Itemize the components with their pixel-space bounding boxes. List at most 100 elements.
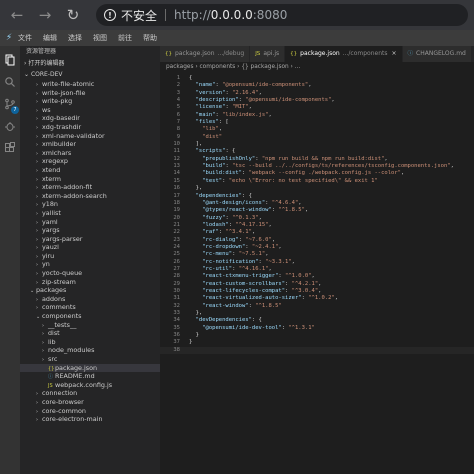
line-number: 31 (173, 295, 180, 302)
tree-item[interactable]: › yaml (20, 218, 160, 227)
menu-help[interactable]: 帮助 (143, 33, 157, 43)
tree-item-label: addons (42, 294, 66, 303)
code-token: "^4.17.15" (235, 221, 269, 228)
explorer-icon[interactable] (4, 54, 16, 66)
code-line: 16 }, (160, 185, 474, 192)
tree-item-label: comments (42, 303, 76, 312)
tree-item[interactable]: › src (20, 355, 160, 364)
address-bar[interactable]: ! 不安全 http://0.0.0.0:8080 (96, 4, 468, 26)
code-token: "^1.8.5" (278, 207, 305, 214)
tree-item[interactable]: ⓘ README.md (20, 372, 160, 381)
editor-tab[interactable]: ⓘ CHANGELOG.md (402, 46, 472, 62)
tree-item[interactable]: › write-json-file (20, 89, 160, 98)
tree-item[interactable]: › yn (20, 260, 160, 269)
tree-item[interactable]: {}package.json (20, 363, 160, 373)
code-line: 32 "react-window": "^1.8.5" (160, 303, 474, 310)
workspace-root-section[interactable]: ⌄ CORE-DEV (20, 69, 160, 80)
code-token: : { (241, 192, 252, 199)
tree-item[interactable]: › ws (20, 106, 160, 115)
editor-tab[interactable]: {} package.json .../debug (160, 46, 251, 62)
security-label[interactable]: 不安全 (121, 7, 157, 24)
code-token: , (268, 221, 272, 228)
code-token: "webpack --config ./webpack.config.js --… (248, 170, 401, 177)
tree-item[interactable]: › xmlchars (20, 149, 160, 158)
warning-icon[interactable]: ! (104, 9, 116, 21)
editor-tab[interactable]: {} package.json .../components × (285, 46, 403, 62)
tree-item[interactable]: › core-browser (20, 398, 160, 407)
tree-item[interactable]: › connection (20, 389, 160, 398)
tree-item[interactable]: › y18n (20, 200, 160, 209)
code-line: 5 "license": "MIT", (160, 104, 474, 111)
tree-item-label: lib (48, 337, 56, 346)
tree-item[interactable]: › xml-name-validator (20, 132, 160, 141)
code-token: , (311, 273, 315, 280)
tree-item-label: core-electron-main (42, 415, 103, 424)
tree-item-label: components (42, 312, 82, 321)
code-view[interactable]: 1{2 "name": "@opensumi/ide-components", 3… (160, 75, 474, 355)
tree-item[interactable]: › yargs-parser (20, 235, 160, 244)
tree-item[interactable]: › yallist (20, 209, 160, 218)
close-icon[interactable]: × (392, 50, 397, 57)
code-line: 25 "rc-menu": "~7.5.1", (160, 251, 474, 258)
tree-item[interactable]: › yocto-queue (20, 269, 160, 278)
reload-icon[interactable]: ↻ (62, 4, 84, 26)
search-icon[interactable] (4, 76, 16, 88)
tree-item[interactable]: › write-pkg (20, 97, 160, 106)
tree-item[interactable]: › xtend (20, 166, 160, 175)
menu-selection[interactable]: 选择 (68, 33, 82, 43)
breadcrumb[interactable]: packages › components › {} package.json … (160, 62, 474, 72)
tree-item[interactable]: › addons (20, 295, 160, 304)
tree-item[interactable]: › yargs (20, 226, 160, 235)
menu-file[interactable]: 文件 (18, 33, 32, 43)
tree-item[interactable]: › xmlbuilder (20, 140, 160, 149)
tree-item[interactable]: › core-common (20, 407, 160, 416)
tree-item[interactable]: JS webpack.config.js (20, 381, 160, 390)
tree-item[interactable]: › xterm-addon-fit (20, 183, 160, 192)
extensions-icon[interactable] (4, 142, 16, 154)
tree-item-label: yiru (42, 251, 55, 260)
line-number: 22 (173, 229, 180, 236)
tree-item[interactable]: › core-electron-main (20, 415, 160, 424)
tree-item[interactable]: › node_modules (20, 346, 160, 355)
tree-item-label: yargs (42, 226, 60, 235)
code-token: "rc-menu" (202, 251, 233, 258)
tree-item[interactable]: › xregexp (20, 157, 160, 166)
tree-item[interactable]: › yauzl (20, 243, 160, 252)
code-token: "@opensumi/ide-components" (245, 97, 332, 104)
code-token: "@ant-design/icons" (202, 199, 266, 206)
url-text[interactable]: http://0.0.0.0:8080 (174, 8, 287, 22)
code-token: "main" (195, 111, 216, 118)
tree-item[interactable]: › xdg-basedir (20, 114, 160, 123)
line-number: 29 (173, 280, 180, 287)
code-line: 10 ], (160, 141, 474, 148)
forward-arrow-icon[interactable]: → (34, 4, 56, 26)
tree-item[interactable]: ⌄ components (20, 312, 160, 321)
tree-item[interactable]: › comments (20, 303, 160, 312)
menu-view[interactable]: 视图 (93, 33, 107, 43)
open-editors-section[interactable]: › 打开的编辑器 (20, 58, 160, 69)
code-line: 2 "name": "@opensumi/ide-components", (160, 82, 474, 89)
tree-item[interactable]: › xdg-trashdir (20, 123, 160, 132)
code-token: : (245, 243, 252, 250)
tree-item[interactable]: › xterm-addon-search (20, 192, 160, 201)
tree-item[interactable]: › zip-stream (20, 278, 160, 287)
code-token: , (308, 82, 312, 89)
tree-item[interactable]: ⌄ packages (20, 286, 160, 295)
code-token: , (248, 104, 252, 111)
tree-item[interactable]: › xterm (20, 175, 160, 184)
tree-item[interactable]: › yiru (20, 252, 160, 261)
menu-edit[interactable]: 编辑 (43, 33, 57, 43)
tree-item[interactable]: › __tests__ (20, 321, 160, 330)
tree-item[interactable]: › write-file-atomic (20, 80, 160, 89)
code-line: 28 "react-ctxmenu-trigger": "^1.0.0", (160, 273, 474, 280)
tree-item[interactable]: › lib (20, 338, 160, 347)
tree-item[interactable]: › dist (20, 329, 160, 338)
back-arrow-icon[interactable]: ← (6, 4, 28, 26)
menu-go[interactable]: 前往 (118, 33, 132, 43)
editor-tab[interactable]: JS api.js (250, 46, 286, 62)
debug-icon[interactable] (4, 120, 16, 132)
tree-item-label: yallist (42, 208, 61, 217)
